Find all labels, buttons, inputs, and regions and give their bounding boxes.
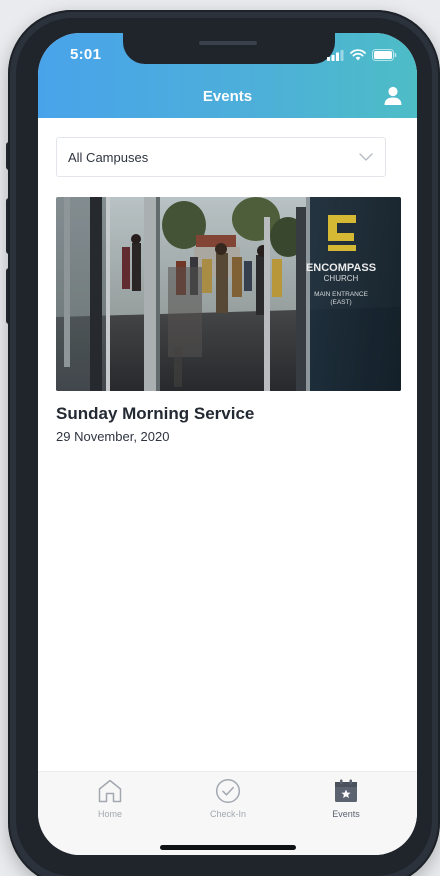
event-title[interactable]: Sunday Morning Service [56,404,254,424]
battery-icon [372,49,397,61]
calendar-star-icon [335,779,357,802]
tab-events-label: Events [332,809,360,819]
campus-select[interactable]: All Campuses [56,137,386,177]
home-indicator [160,845,296,850]
status-icons [327,49,397,61]
event-date: 29 November, 2020 [56,429,170,444]
tab-events[interactable]: Events [296,778,396,828]
app-screen: 5:01 Events All Campuses ENCOMPASS CHURC… [38,33,417,855]
tab-home-label: Home [97,809,122,819]
campus-select-value: All Campuses [68,150,149,165]
app-header: 5:01 Events [38,33,417,118]
wifi-icon [350,49,366,61]
event-card[interactable]: ENCOMPASS CHURCH MAIN ENTRANCE (EAST) Su… [56,197,401,457]
profile-icon[interactable] [384,86,402,106]
church-entrance-photo: ENCOMPASS CHURCH MAIN ENTRANCE (EAST) [56,197,401,391]
home-icon [98,779,122,803]
tab-bar: Home Check-In Events [38,771,417,855]
event-image[interactable]: ENCOMPASS CHURCH MAIN ENTRANCE (EAST) [56,197,401,391]
notch [123,33,335,64]
speaker-grille [199,41,257,45]
stage: 5:01 Events All Campuses ENCOMPASS CHURC… [0,0,440,876]
chevron-down-icon [359,153,373,161]
tab-home[interactable]: Home [60,778,160,828]
tab-check-in-label: Check-In [209,809,246,819]
page-title: Events [202,88,253,105]
check-circle-icon [215,778,241,804]
tab-check-in[interactable]: Check-In [178,778,278,828]
signal-icon [327,49,344,61]
status-time: 5:01 [70,46,102,63]
